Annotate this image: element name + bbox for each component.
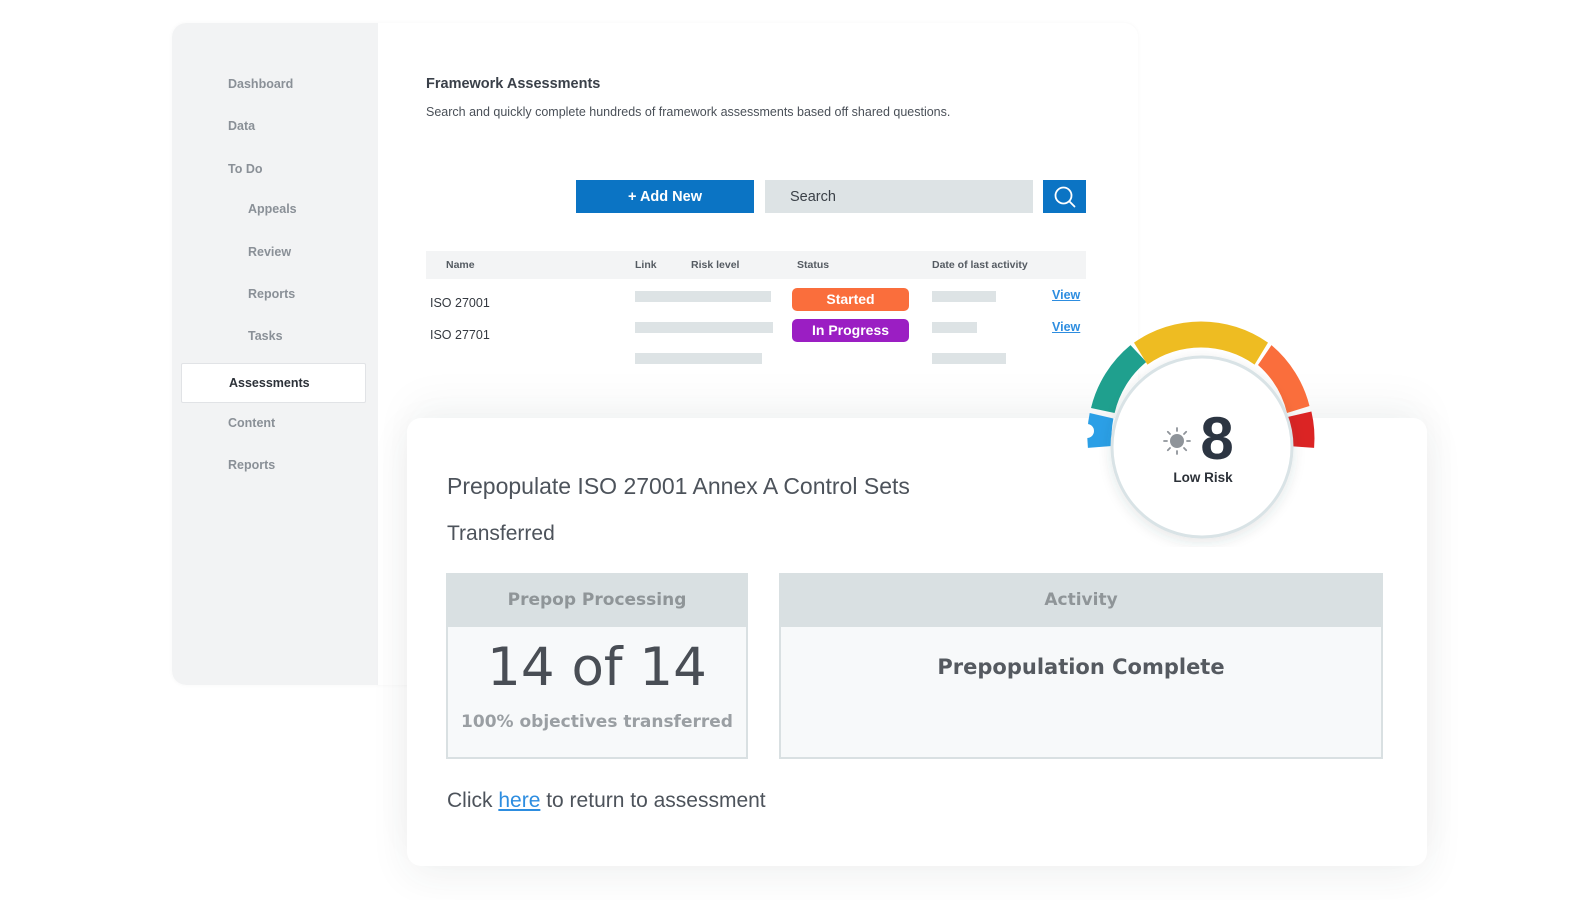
search-button[interactable] bbox=[1043, 180, 1086, 213]
processing-panel-header: Prepop Processing bbox=[448, 575, 746, 627]
date-placeholder bbox=[932, 353, 1006, 364]
prepop-title: Prepopulate ISO 27001 Annex A Control Se… bbox=[447, 473, 910, 499]
column-name: Name bbox=[446, 259, 475, 271]
activity-panel-header: Activity bbox=[781, 575, 1381, 627]
status-badge: Started bbox=[792, 288, 909, 311]
link-placeholder bbox=[635, 322, 773, 333]
date-placeholder bbox=[932, 322, 977, 333]
risk-score: 8 bbox=[1200, 405, 1233, 472]
activity-message: Prepopulation Complete bbox=[937, 655, 1225, 679]
sidebar-item-appeals[interactable]: Appeals bbox=[248, 202, 297, 216]
column-risk-level: Risk level bbox=[691, 259, 740, 271]
return-instruction: Click here to return to assessment bbox=[447, 789, 766, 813]
sidebar-item-todo[interactable]: To Do bbox=[228, 162, 262, 176]
link-placeholder bbox=[635, 353, 762, 364]
risk-gauge: 8 Low Risk bbox=[1080, 321, 1315, 539]
activity-panel: Activity Prepopulation Complete bbox=[779, 573, 1383, 759]
sidebar-item-reports-sub[interactable]: Reports bbox=[248, 287, 295, 301]
table-header: Name Link Risk level Status Date of last… bbox=[426, 251, 1086, 279]
risk-pointer-dot bbox=[1080, 424, 1094, 438]
return-suffix: to return to assessment bbox=[540, 789, 766, 812]
date-placeholder bbox=[932, 291, 996, 302]
transfer-count: 14 of 14 bbox=[487, 637, 707, 698]
sidebar-item-reports[interactable]: Reports bbox=[228, 458, 275, 472]
page-title: Framework Assessments bbox=[426, 76, 601, 92]
search-input[interactable] bbox=[765, 180, 1033, 213]
return-link[interactable]: here bbox=[498, 789, 540, 812]
row-name: ISO 27701 bbox=[430, 328, 490, 342]
transfer-caption: 100% objectives transferred bbox=[461, 712, 733, 732]
status-badge: In Progress bbox=[792, 319, 909, 342]
prepop-processing-panel: Prepop Processing 14 of 14 100% objectiv… bbox=[446, 573, 748, 759]
sidebar-item-data[interactable]: Data bbox=[228, 119, 255, 133]
page-subtitle: Search and quickly complete hundreds of … bbox=[426, 105, 951, 119]
column-status: Status bbox=[797, 259, 830, 271]
sidebar-item-review[interactable]: Review bbox=[248, 245, 291, 259]
column-link: Link bbox=[635, 259, 657, 271]
view-link[interactable]: View bbox=[1052, 288, 1080, 302]
sidebar-item-dashboard[interactable]: Dashboard bbox=[228, 77, 293, 91]
risk-label: Low Risk bbox=[1173, 470, 1233, 485]
prepop-status: Transferred bbox=[447, 522, 555, 545]
sidebar-item-tasks[interactable]: Tasks bbox=[248, 329, 283, 343]
sidebar-item-content[interactable]: Content bbox=[228, 416, 275, 430]
row-name: ISO 27001 bbox=[430, 296, 490, 310]
add-new-button[interactable]: + Add New bbox=[576, 180, 754, 213]
return-prefix: Click bbox=[447, 789, 499, 812]
link-placeholder bbox=[635, 291, 771, 302]
search-icon bbox=[1054, 186, 1075, 207]
sidebar-item-assessments[interactable]: Assessments bbox=[181, 363, 366, 403]
column-date: Date of last activity bbox=[932, 259, 1028, 271]
sidebar: Dashboard Data To Do Appeals Review Repo… bbox=[172, 23, 378, 685]
